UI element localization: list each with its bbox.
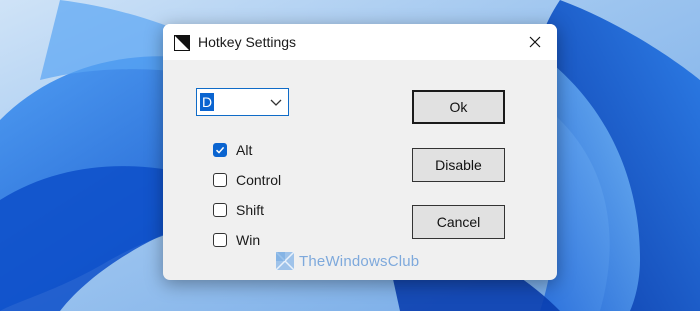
checkbox-box[interactable]: [213, 143, 227, 157]
checkbox-box[interactable]: [213, 233, 227, 247]
key-select-value: D: [200, 93, 215, 111]
chevron-down-icon[interactable]: [270, 97, 282, 107]
ok-button[interactable]: Ok: [412, 90, 505, 124]
checkbox-label-shift: Shift: [236, 202, 265, 218]
disable-button[interactable]: Disable: [412, 148, 505, 182]
window-title: Hotkey Settings: [198, 34, 297, 50]
watermark: TheWindowsClub: [275, 251, 419, 271]
checkbox-box[interactable]: [213, 173, 227, 187]
checkbox-label-win: Win: [236, 232, 261, 248]
checkmark-icon: [215, 146, 225, 154]
checkbox-label-alt: Alt: [236, 142, 253, 158]
hotkey-settings-dialog: Hotkey Settings D Alt Control Shift Win …: [163, 24, 557, 280]
checkbox-control[interactable]: Control: [213, 170, 333, 190]
checkbox-label-control: Control: [236, 172, 282, 188]
title-bar[interactable]: Hotkey Settings: [163, 24, 557, 60]
key-select[interactable]: D: [196, 88, 289, 116]
cancel-button[interactable]: Cancel: [412, 205, 505, 239]
close-icon: [529, 36, 541, 48]
checkbox-box[interactable]: [213, 203, 227, 217]
checkbox-shift[interactable]: Shift: [213, 200, 333, 220]
app-icon: [174, 35, 190, 51]
windowsclub-logo-icon: [275, 251, 295, 271]
checkbox-win[interactable]: Win: [213, 230, 333, 250]
checkbox-alt[interactable]: Alt: [213, 140, 333, 160]
watermark-text: TheWindowsClub: [299, 252, 420, 270]
close-button[interactable]: [513, 24, 557, 60]
